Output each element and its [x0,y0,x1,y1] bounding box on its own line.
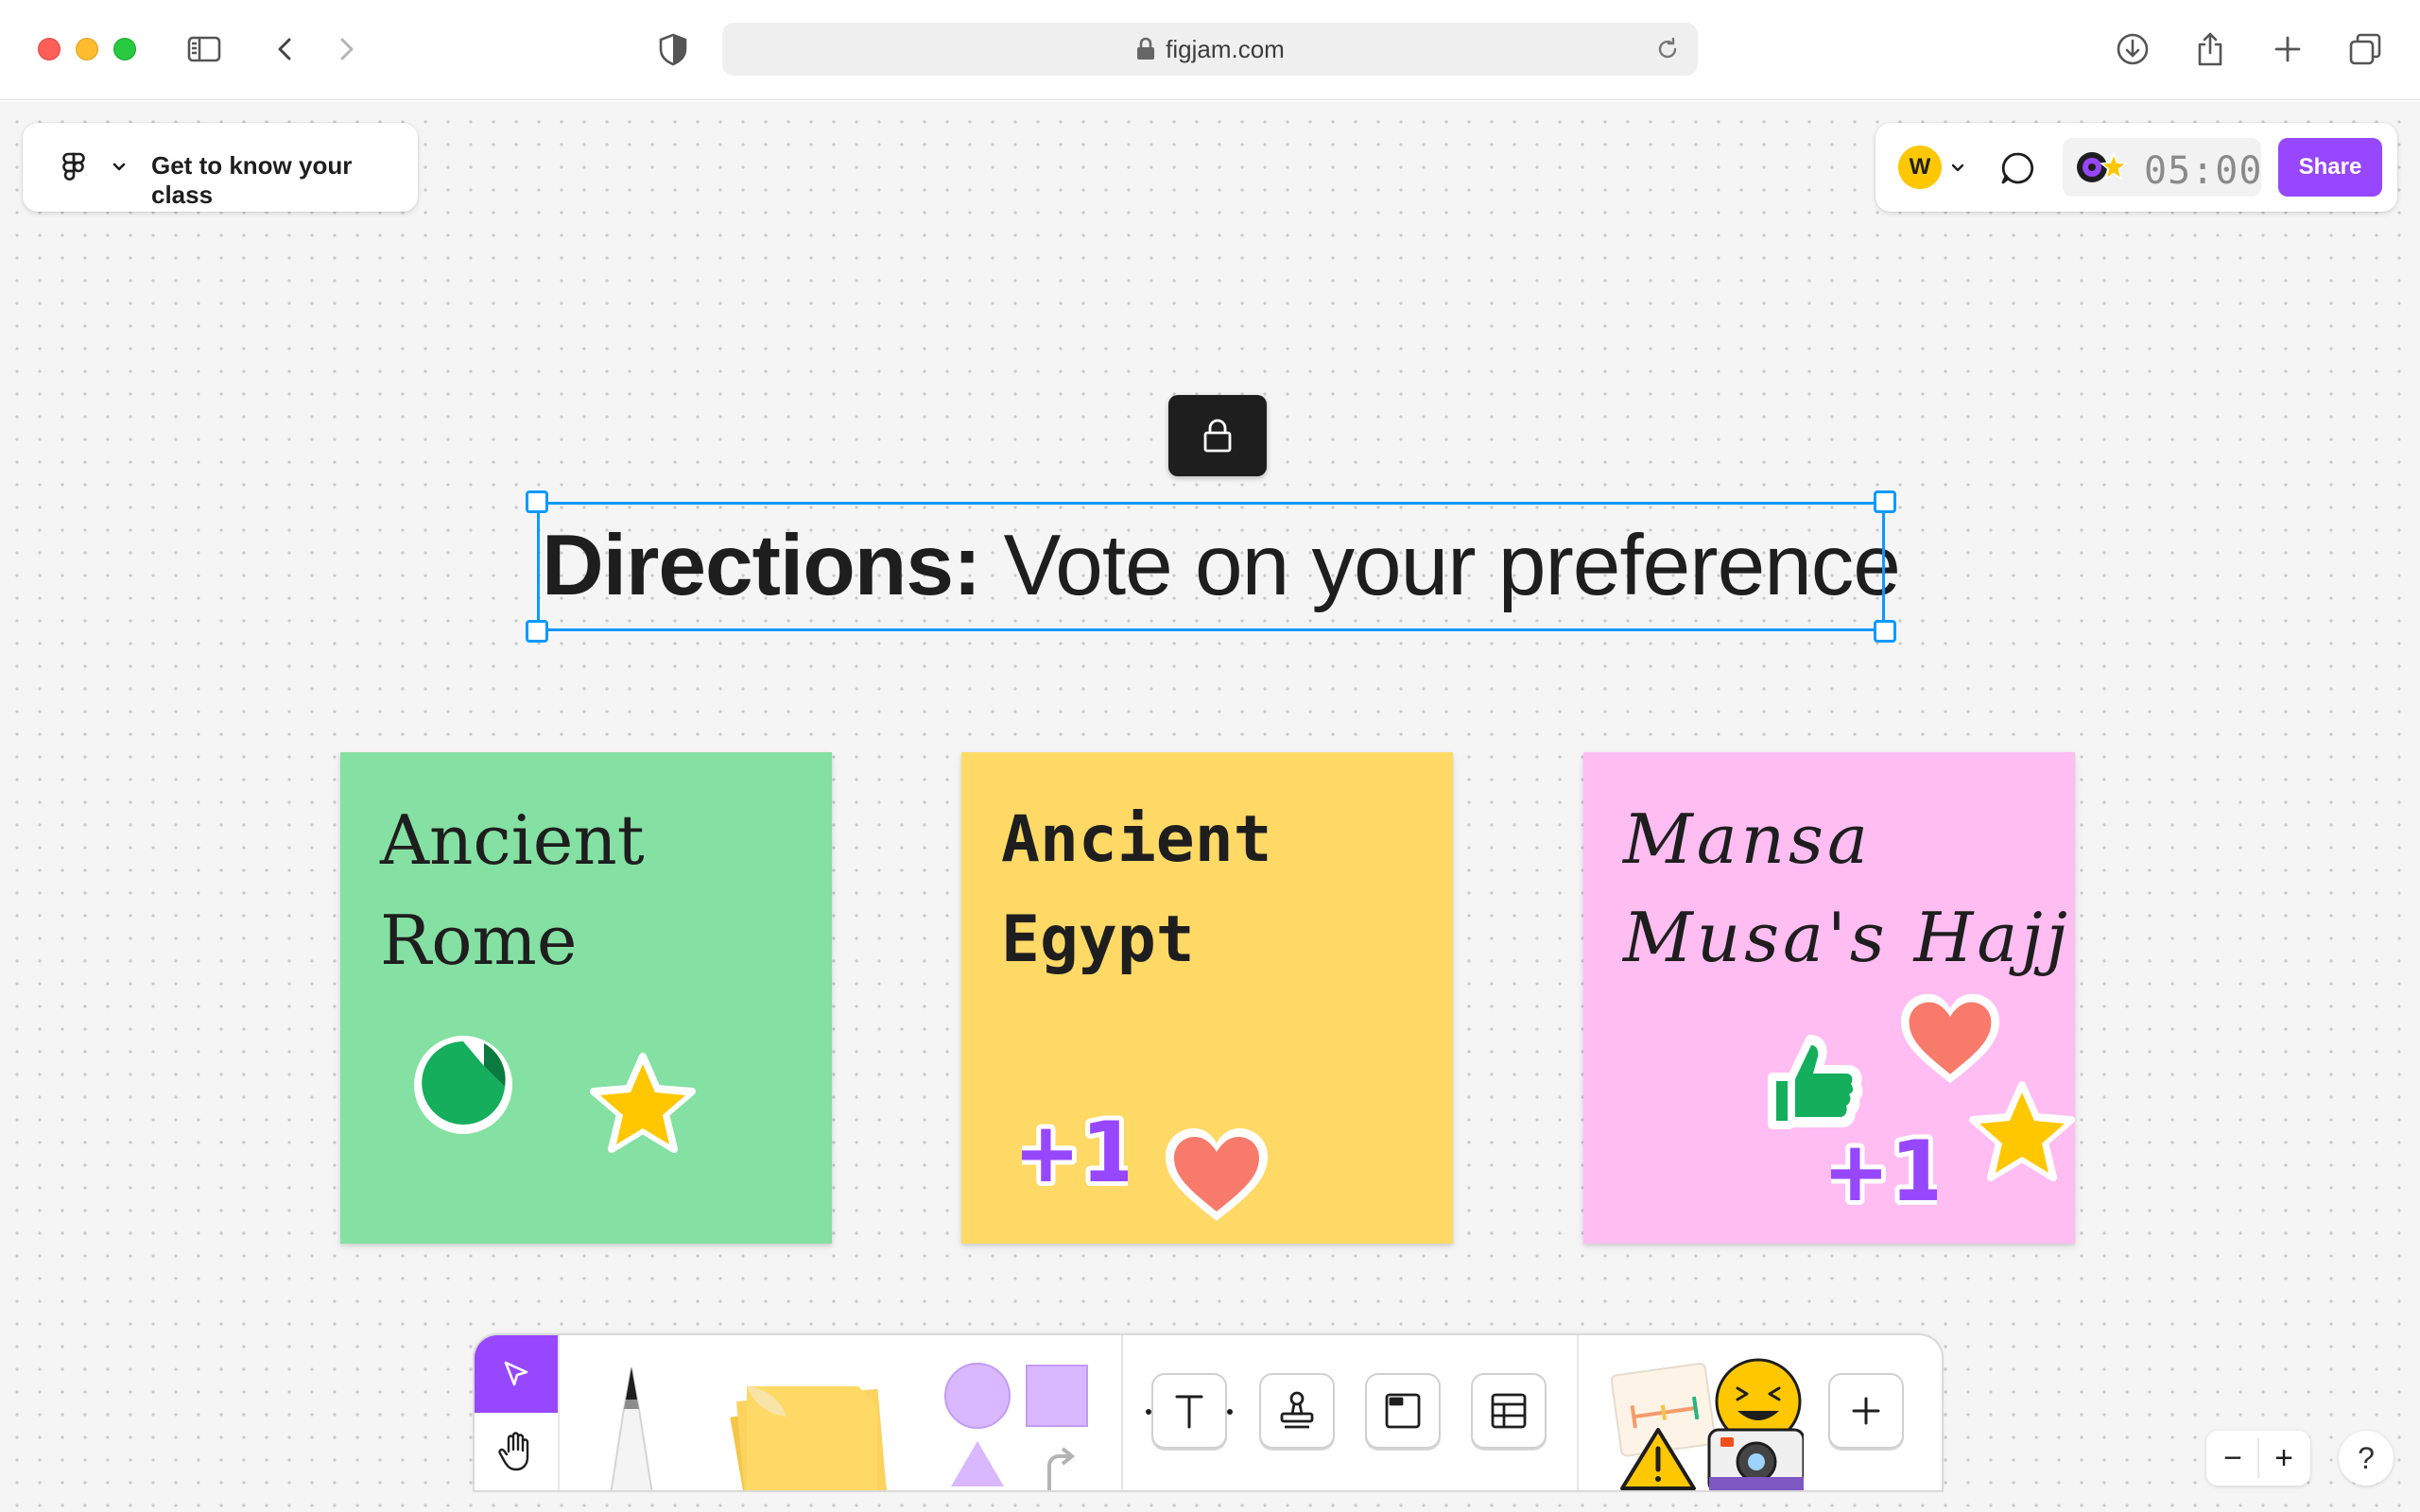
section-tool-button[interactable] [1365,1373,1441,1449]
shape-tool-icon[interactable] [943,1360,1095,1490]
share-button[interactable]: Share [2278,138,2382,197]
stamp-icon [1280,1391,1314,1429]
address-bar[interactable]: figjam.com [722,23,1698,76]
sticky-line: Rome [380,901,578,980]
toolbar-divider [558,1335,560,1490]
forward-icon[interactable] [323,26,369,72]
lock-icon [1137,37,1155,60]
add-more-button[interactable] [1828,1373,1904,1449]
star-sticker-icon[interactable] [1967,1079,2077,1189]
sticky-line: Musa's Hajj [1623,898,2071,977]
timer-time: 05:00 [2144,149,2263,193]
resize-handle-top-left[interactable] [526,490,548,513]
table-tool-button[interactable] [1471,1373,1547,1449]
bottom-toolbar [475,1335,1942,1490]
selection-box [526,490,1896,643]
plus-one-sticker[interactable]: +1 [1022,1098,1128,1196]
plus-one-sticker[interactable]: +1 [1831,1117,1937,1215]
music-sparkle-icon [2077,151,2128,182]
zoom-divider [2257,1438,2259,1478]
plus-one-label: +1 [1022,1104,1128,1196]
comment-icon[interactable] [1998,149,2036,187]
sticky-line: Ancient [1001,802,1272,877]
sticky-note-ancient-egypt[interactable]: Ancient Egypt +1 [961,752,1453,1244]
browser-toolbar: figjam.com [0,0,2420,100]
zoom-window-button[interactable] [113,38,136,60]
toolbar-divider [1577,1335,1579,1490]
plus-one-label: +1 [1831,1123,1937,1215]
privacy-shield-icon[interactable] [650,26,696,72]
more-tools-cluster-icon[interactable] [1605,1356,1804,1490]
new-tab-icon[interactable] [2265,26,2310,72]
share-sheet-icon[interactable] [2187,26,2233,72]
hand-tool-button[interactable] [475,1413,558,1490]
text-tool-dot-right [1227,1409,1233,1415]
plus-icon [1852,1397,1880,1425]
sticky-note-mansa-musa[interactable]: Mansa Musa's Hajj +1 [1583,752,2075,1244]
resize-handle-top-right[interactable] [1874,490,1896,513]
file-menu-panel[interactable]: Get to know your class [23,123,418,212]
sticky-note-ancient-rome[interactable]: Ancient Rome [340,752,832,1244]
chevron-down-icon [112,163,126,171]
help-button[interactable]: ? [2339,1431,2394,1486]
star-sticker-icon[interactable] [588,1051,698,1160]
sticky-line: Ancient [380,800,645,880]
thumbs-up-sticker-icon[interactable] [1767,1032,1863,1130]
figma-logo-icon[interactable] [55,149,93,187]
sticky-line: Egypt [1001,902,1195,977]
chevron-down-icon[interactable] [1951,163,1964,174]
lock-button[interactable] [1168,395,1267,476]
heart-sticker-icon[interactable] [1895,988,2005,1091]
file-name[interactable]: Get to know your class [151,151,418,210]
hand-icon [498,1432,529,1471]
table-icon [1491,1393,1527,1429]
heart-sticker-icon[interactable] [1160,1123,1273,1228]
text-icon [1175,1395,1203,1429]
tab-overview-icon[interactable] [2342,26,2388,72]
text-tool-button[interactable] [1146,1373,1233,1449]
sidebar-toggle-icon[interactable] [182,26,227,72]
resize-handle-bottom-left[interactable] [526,620,548,643]
sticky-note-tool-icon[interactable] [709,1367,908,1490]
close-window-button[interactable] [38,38,60,60]
select-tool-button[interactable] [475,1335,558,1413]
url-text: figjam.com [1166,34,1285,63]
marker-tool-icon[interactable] [594,1362,669,1490]
cursor-arrow-icon [504,1361,528,1386]
zoom-out-button[interactable]: − [2214,1439,2252,1477]
sticky-text: Ancient Egypt [1001,790,1272,990]
sticky-text: Mansa Musa's Hajj [1623,790,2071,987]
resize-handle-bottom-right[interactable] [1874,620,1896,643]
back-icon[interactable] [263,26,308,72]
stamp-tool-button[interactable] [1259,1373,1335,1449]
sticky-line: Mansa [1623,799,1872,879]
text-tool-dot-left [1146,1409,1151,1415]
zoom-controls: − + [2206,1431,2310,1486]
toolbar-divider [1121,1335,1123,1490]
timer-widget[interactable]: 05:00 [2063,138,2261,197]
sticky-text: Ancient Rome [380,790,645,990]
downloads-icon[interactable] [2110,26,2155,72]
reload-icon[interactable] [1654,36,1681,62]
green-circle-sticker-icon[interactable] [412,1032,518,1138]
minimize-window-button[interactable] [76,38,98,60]
lock-icon [1203,419,1232,453]
avatar[interactable]: W [1898,146,1942,189]
zoom-in-button[interactable]: + [2265,1439,2303,1477]
collaboration-panel: W 05:00 Share [1876,123,2397,212]
section-icon [1385,1393,1421,1429]
